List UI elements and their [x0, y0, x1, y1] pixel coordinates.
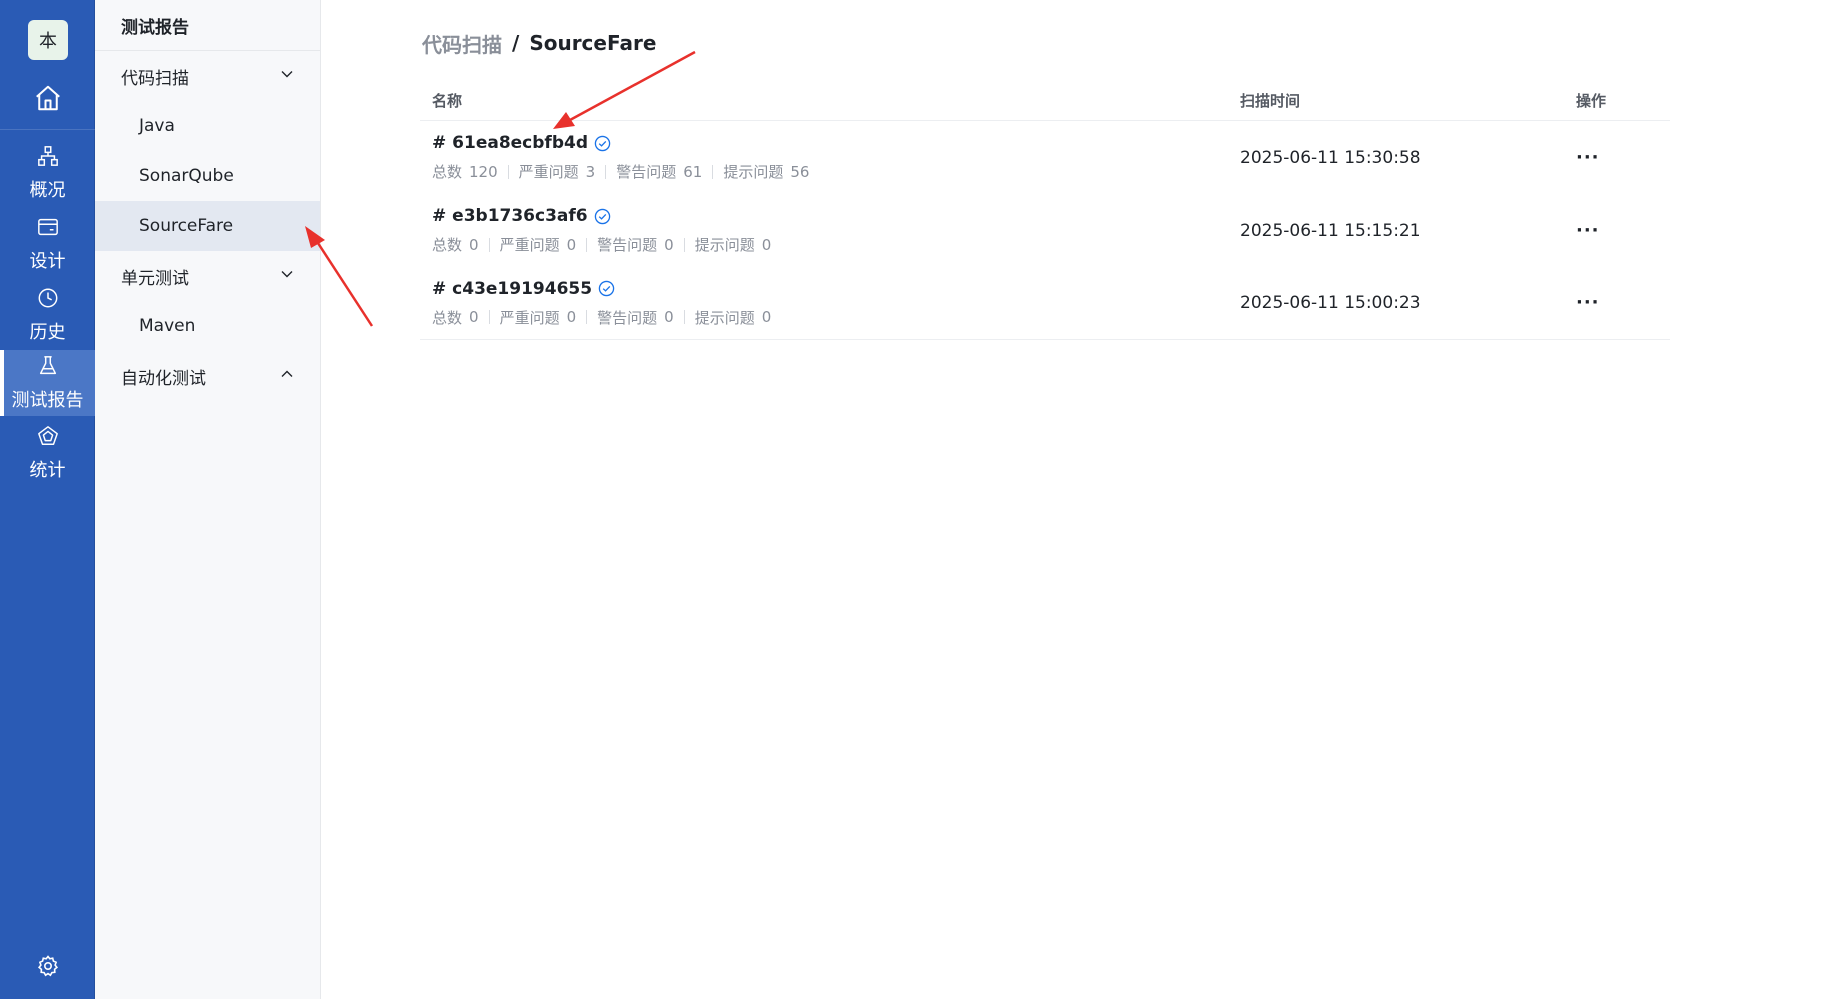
- sidebar-item-java[interactable]: Java: [95, 101, 320, 151]
- stat-label: 严重问题: [499, 236, 560, 254]
- app-logo[interactable]: 本: [28, 20, 68, 60]
- check-circle-icon: [598, 280, 615, 297]
- gear-icon: [36, 954, 60, 982]
- rail-item-label: 统计: [29, 459, 66, 481]
- stat-label: 警告问题: [597, 236, 658, 254]
- rail-item-label: 测试报告: [11, 389, 84, 411]
- column-header-op: 操作: [1576, 91, 1607, 110]
- stat-value: 0: [469, 235, 479, 254]
- table-row: # e3b1736c3af6 总数 0 严重问题 0 警告问题 0 提示问题 0 202…: [420, 194, 1670, 267]
- rail-item-label: 概况: [29, 179, 66, 201]
- chevron-down-icon: [280, 266, 294, 286]
- stat-label: 警告问题: [616, 163, 677, 181]
- scan-stats: 总数 120 严重问题 3 警告问题 61 提示问题 56: [432, 161, 1240, 182]
- stat-label: 提示问题: [694, 308, 755, 327]
- flask-icon: [37, 355, 59, 386]
- column-header-time: 扫描时间: [1240, 91, 1301, 110]
- column-header-name: 名称: [432, 91, 463, 110]
- sidebar-item-sonarqube[interactable]: SonarQube: [95, 151, 320, 201]
- scan-id-link[interactable]: # e3b1736c3af6: [432, 206, 588, 226]
- stat-label: 提示问题: [694, 236, 755, 254]
- stat-value: 0: [664, 308, 674, 326]
- more-actions-button[interactable]: ···: [1576, 148, 1600, 167]
- app-rail: 本 概况 设计 历史 测试报告 统计: [0, 0, 95, 999]
- table-row: # c43e19194655 总数 0 严重问题 0 警告问题 0 提示问题 0 202…: [420, 267, 1670, 340]
- sidebar-item-sourcefare[interactable]: SourceFare: [95, 201, 320, 251]
- stat-value: 56: [790, 162, 810, 181]
- scan-time: 2025-06-11 15:30:58: [1240, 147, 1421, 168]
- scan-stats: 总数 0 严重问题 0 警告问题 0 提示问题 0: [432, 307, 1240, 328]
- more-actions-button[interactable]: ···: [1576, 294, 1600, 312]
- sidebar-item-maven[interactable]: Maven: [95, 301, 320, 351]
- more-actions-button[interactable]: ···: [1576, 221, 1600, 240]
- rail-item-design[interactable]: 设计: [0, 211, 95, 277]
- sitemap-icon: [37, 145, 59, 176]
- scan-time: 2025-06-11 15:15:21: [1240, 220, 1421, 241]
- table-row: # 61ea8ecbfb4d 总数 120 严重问题 3 警告问题 61 提示问题 56…: [420, 121, 1670, 194]
- home-button[interactable]: [0, 70, 95, 130]
- check-circle-icon: [594, 208, 611, 225]
- main-content: 代码扫描 / SourceFare 名称 扫描时间 操作 # 61ea8ecbf…: [321, 0, 1830, 999]
- rail-item-label: 设计: [29, 250, 66, 272]
- stat-label: 严重问题: [499, 308, 560, 327]
- check-circle-icon: [594, 135, 611, 152]
- stat-value: 0: [566, 308, 577, 326]
- rail-item-test-report[interactable]: 测试报告: [0, 350, 95, 416]
- breadcrumb-parent[interactable]: 代码扫描: [422, 29, 502, 58]
- stat-label: 总数: [432, 163, 463, 181]
- secondary-sidebar: 测试报告 代码扫描 Java SonarQube SourceFare 单元测试…: [95, 0, 321, 999]
- rail-item-overview[interactable]: 概况: [0, 140, 95, 206]
- chevron-down-icon: [280, 66, 294, 86]
- home-icon: [33, 83, 63, 117]
- scan-table: 名称 扫描时间 操作 # 61ea8ecbfb4d 总数 120 严重问题 3 警告…: [420, 80, 1670, 340]
- pentagon-chart-icon: [37, 425, 59, 456]
- card-icon: [37, 216, 59, 247]
- stat-value: 120: [469, 162, 498, 181]
- scan-stats: 总数 0 严重问题 0 警告问题 0 提示问题 0: [432, 234, 1240, 255]
- stat-value: 0: [566, 235, 577, 254]
- breadcrumb-current: SourceFare: [529, 31, 657, 55]
- stat-label: 总数: [432, 308, 463, 327]
- stat-value: 0: [761, 235, 772, 254]
- stat-value: 0: [761, 308, 772, 326]
- sidebar-group-unit-test[interactable]: 单元测试: [95, 251, 320, 301]
- stat-value: 61: [683, 162, 703, 181]
- breadcrumb-separator: /: [512, 31, 520, 55]
- scan-id-link[interactable]: # c43e19194655: [432, 279, 592, 299]
- sidebar-group-label: 自动化测试: [121, 368, 206, 389]
- rail-item-label: 历史: [29, 321, 66, 343]
- stat-label: 警告问题: [597, 308, 658, 327]
- breadcrumb: 代码扫描 / SourceFare: [422, 28, 656, 58]
- table-header: 名称 扫描时间 操作: [420, 80, 1670, 121]
- stat-value: 3: [585, 162, 596, 181]
- chevron-up-icon: [280, 366, 294, 386]
- scan-time: 2025-06-11 15:00:23: [1240, 293, 1421, 313]
- stat-label: 严重问题: [518, 163, 579, 181]
- sidebar-group-label: 单元测试: [121, 268, 189, 289]
- clock-icon: [37, 287, 59, 318]
- stat-label: 提示问题: [723, 163, 784, 181]
- sidebar-title: 测试报告: [95, 0, 320, 51]
- stat-label: 总数: [432, 236, 463, 254]
- sidebar-group-label: 代码扫描: [121, 68, 189, 89]
- stat-value: 0: [664, 235, 674, 254]
- rail-item-history[interactable]: 历史: [0, 282, 95, 348]
- rail-item-statistics[interactable]: 统计: [0, 420, 95, 486]
- sidebar-group-code-scan[interactable]: 代码扫描: [95, 51, 320, 101]
- stat-value: 0: [469, 308, 479, 326]
- scan-id-link[interactable]: # 61ea8ecbfb4d: [432, 133, 588, 153]
- sidebar-group-automation-test[interactable]: 自动化测试: [95, 351, 320, 401]
- settings-button[interactable]: [0, 948, 95, 988]
